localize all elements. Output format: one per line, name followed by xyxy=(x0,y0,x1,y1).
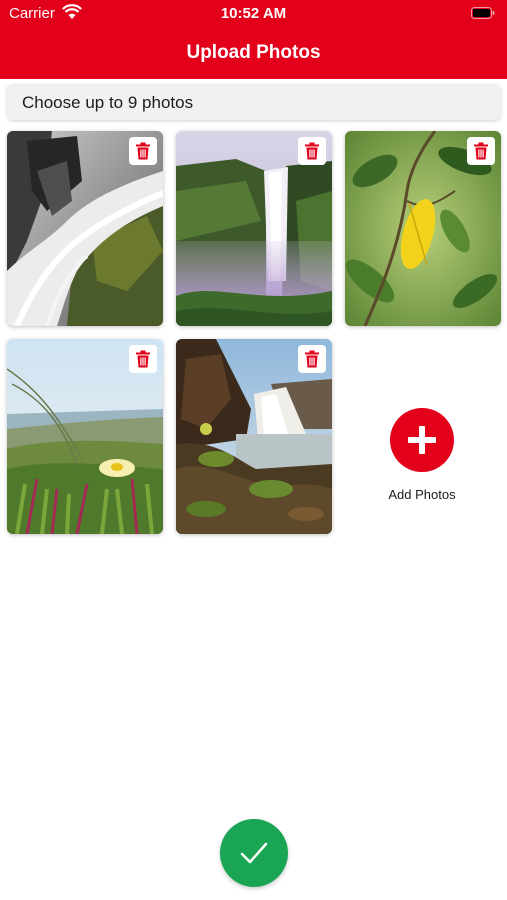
page-title: Upload Photos xyxy=(186,42,321,63)
hint-text: Choose up to 9 photos xyxy=(22,93,194,112)
clock: 10:52 AM xyxy=(220,5,287,22)
photo-thumbnail-5[interactable] xyxy=(176,339,332,534)
add-photos-button[interactable] xyxy=(390,408,454,472)
app-header: Carrier 10:52 AM Upload Photos xyxy=(0,0,507,79)
delete-photo-button[interactable] xyxy=(298,137,326,165)
photo-thumbnail-1[interactable] xyxy=(7,131,163,326)
trash-icon xyxy=(136,142,150,160)
status-bar: Carrier 10:52 AM xyxy=(0,0,507,28)
battery-icon xyxy=(471,7,495,19)
photo-limit-hint: Choose up to 9 photos xyxy=(7,84,501,120)
confirm-upload-button[interactable] xyxy=(220,819,288,887)
trash-icon xyxy=(305,142,319,160)
photo-thumbnail-2[interactable] xyxy=(176,131,332,326)
plus-icon xyxy=(408,426,436,454)
delete-photo-button[interactable] xyxy=(129,345,157,373)
trash-icon xyxy=(136,350,150,368)
delete-photo-button[interactable] xyxy=(298,345,326,373)
add-photos-label[interactable]: Add Photos xyxy=(362,487,482,502)
photo-thumbnail-4[interactable] xyxy=(7,339,163,534)
delete-photo-button[interactable] xyxy=(129,137,157,165)
trash-icon xyxy=(474,142,488,160)
delete-photo-button[interactable] xyxy=(467,137,495,165)
checkmark-icon xyxy=(240,842,268,864)
photo-thumbnail-3[interactable] xyxy=(345,131,501,326)
trash-icon xyxy=(305,350,319,368)
